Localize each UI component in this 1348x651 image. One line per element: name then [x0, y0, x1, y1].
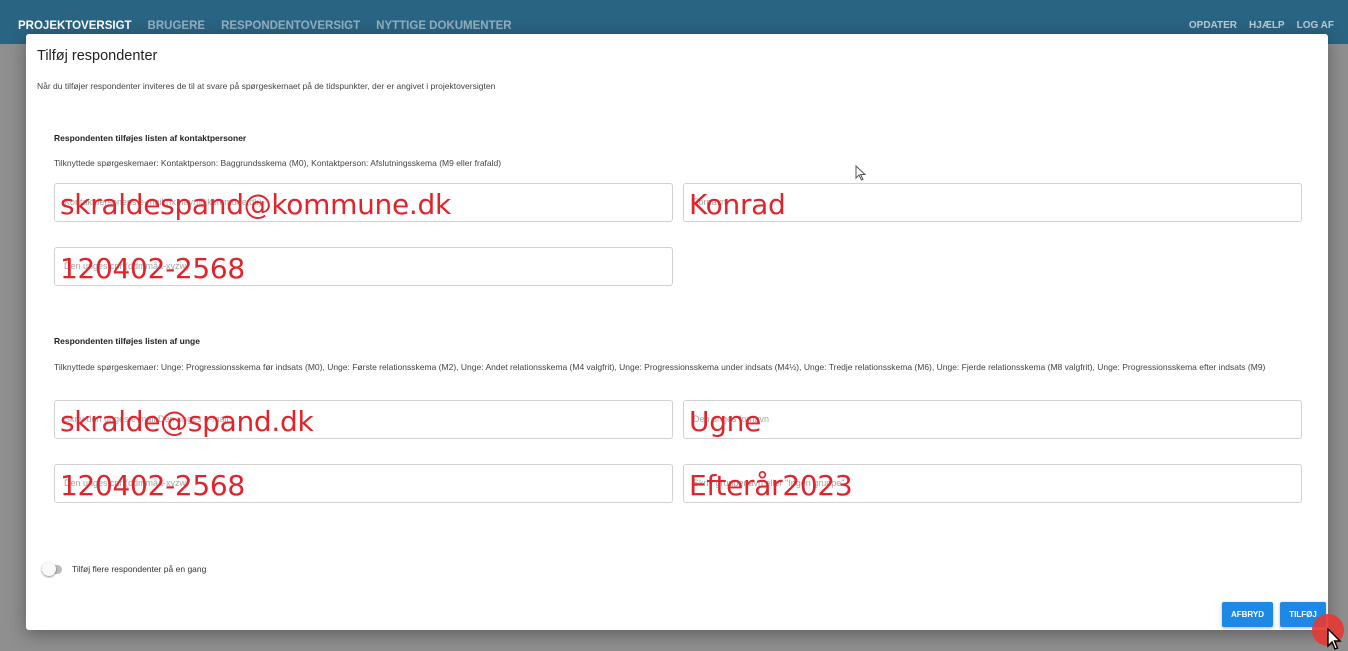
bulk-add-label: Tilføj flere respondenter på en gang — [72, 564, 207, 574]
pointer-cursor-icon — [1327, 628, 1342, 650]
bulk-add-toggle-row: Tilføj flere respondenter på en gang — [42, 561, 207, 576]
contact-email-value: skraldespand@kommune.dk — [60, 188, 451, 221]
contact-firstname-value: Konrad — [689, 188, 786, 221]
toggle-knob — [42, 561, 56, 576]
nav-projektoversigt[interactable]: PROJEKTOVERSIGT — [18, 20, 132, 32]
contact-firstname-field[interactable]: Fornavn Konrad — [683, 183, 1302, 222]
youth-questionnaires: Tilknyttede spørgeskemaer: Unge: Progres… — [54, 362, 1266, 372]
nav-hjaelp[interactable]: HJÆLP — [1249, 20, 1285, 31]
contact-email-field[interactable]: Kontaktpersonens e-mail (fx navn@kommune… — [54, 183, 673, 222]
add-respondents-dialog: Tilføj respondenter Når du tilføjer resp… — [26, 34, 1328, 630]
contact-section-heading: Respondenten tilføjes listen af kontaktp… — [54, 133, 247, 143]
nav-brugere[interactable]: BRUGERE — [148, 20, 206, 32]
dialog-title: Tilføj respondenter — [37, 48, 158, 64]
youth-firstname-field[interactable]: Den unges fornavn Ugne — [683, 400, 1302, 439]
youth-section-heading: Respondenten tilføjes listen af unge — [54, 336, 200, 346]
utility-nav: OPDATER HJÆLP LOG AF — [1189, 20, 1334, 31]
contact-cpr-value: 120402-2568 — [60, 252, 245, 285]
youth-cpr-field[interactable]: Den unges cpr (ddmmåå-xyzw) 120402-2568 — [54, 464, 673, 503]
youth-cpr-value: 120402-2568 — [60, 469, 245, 502]
contact-cpr-field[interactable]: Den unges cpr (ddmmåå-xyzw) 120402-2568 — [54, 247, 673, 286]
nav-respondentoversigt[interactable]: RESPONDENTOVERSIGT — [221, 20, 360, 32]
main-nav: PROJEKTOVERSIGT BRUGERE RESPONDENTOVERSI… — [18, 20, 512, 32]
cancel-button[interactable]: AFBRYD — [1222, 602, 1273, 627]
nav-nyttige-dokumenter[interactable]: NYTTIGE DOKUMENTER — [376, 20, 511, 32]
youth-group-value: Efterår2023 — [689, 469, 853, 502]
dialog-intro: Når du tilføjer respondenter inviteres d… — [37, 81, 496, 91]
bulk-add-toggle[interactable] — [42, 561, 62, 576]
contact-questionnaires: Tilknyttede spørgeskemaer: Kontaktperson… — [54, 158, 502, 168]
mouse-cursor-icon — [855, 165, 867, 181]
nav-opdater[interactable]: OPDATER — [1189, 20, 1237, 31]
youth-group-field[interactable]: Skriv gruppenavn eller "Ingen gruppe" Ef… — [683, 464, 1302, 503]
youth-email-field[interactable]: Skriv den unges e-mail Den unges e-mail … — [54, 400, 673, 439]
youth-email-value: skralde@spand.dk — [60, 405, 314, 438]
youth-firstname-value: Ugne — [689, 405, 762, 438]
nav-log-af[interactable]: LOG AF — [1297, 20, 1334, 31]
